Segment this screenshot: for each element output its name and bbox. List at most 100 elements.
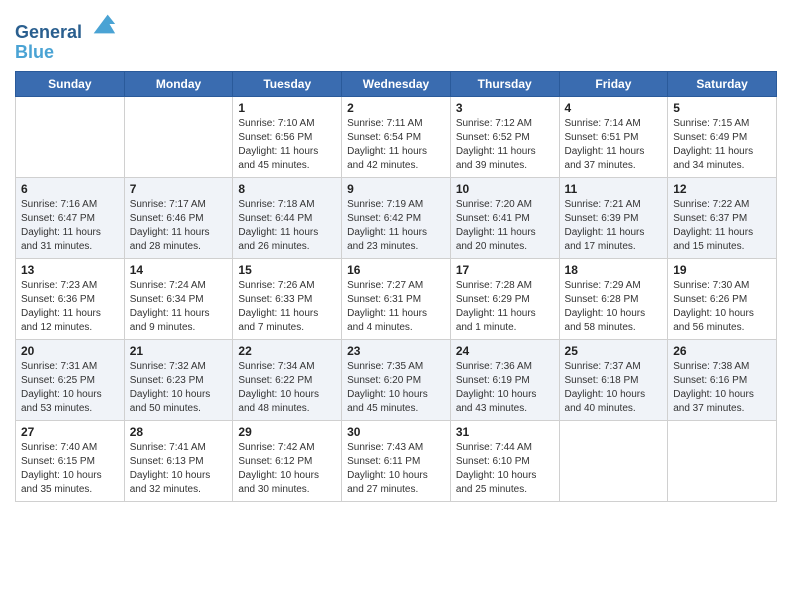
calendar-day-cell xyxy=(16,96,125,177)
calendar-day-cell xyxy=(124,96,233,177)
weekday-header-cell: Friday xyxy=(559,71,668,96)
calendar-day-cell: 8 Sunrise: 7:18 AMSunset: 6:44 PMDaylight… xyxy=(233,177,342,258)
calendar-day-cell: 31Sunrise: 7:44 AMSunset: 6:10 PMDayligh… xyxy=(450,420,559,501)
day-number: 3 xyxy=(456,101,554,115)
weekday-header-cell: Monday xyxy=(124,71,233,96)
calendar-week-row: 6 Sunrise: 7:16 AMSunset: 6:47 PMDaylight… xyxy=(16,177,777,258)
day-info: Sunrise: 7:14 AMSunset: 6:51 PMDaylight:… xyxy=(565,117,663,173)
weekday-header-cell: Tuesday xyxy=(233,71,342,96)
calendar-day-cell: 10 Sunrise: 7:20 AMSunset: 6:41 PMDayligh… xyxy=(450,177,559,258)
calendar-week-row: 13 Sunrise: 7:23 AMSunset: 6:36 PMDayligh… xyxy=(16,258,777,339)
day-info: Sunrise: 7:16 AMSunset: 6:47 PMDaylight:… xyxy=(21,198,119,254)
calendar-week-row: 20Sunrise: 7:31 AMSunset: 6:25 PMDayligh… xyxy=(16,339,777,420)
day-number: 23 xyxy=(347,344,445,358)
calendar-day-cell: 29 Sunrise: 7:42 AMSunset: 6:12 PMDayligh… xyxy=(233,420,342,501)
weekday-header-cell: Saturday xyxy=(668,71,777,96)
day-number: 25 xyxy=(565,344,663,358)
day-info: Sunrise: 7:30 AMSunset: 6:26 PMDaylight:… xyxy=(673,279,771,335)
calendar-day-cell: 23 Sunrise: 7:35 AMSunset: 6:20 PMDayligh… xyxy=(342,339,451,420)
day-info: Sunrise: 7:43 AMSunset: 6:11 PMDaylight:… xyxy=(347,441,445,497)
day-info: Sunrise: 7:10 AMSunset: 6:56 PMDaylight:… xyxy=(238,117,336,173)
day-info: Sunrise: 7:37 AMSunset: 6:18 PMDaylight:… xyxy=(565,360,663,416)
weekday-header-row: SundayMondayTuesdayWednesdayThursdayFrid… xyxy=(16,71,777,96)
day-info: Sunrise: 7:18 AMSunset: 6:44 PMDaylight:… xyxy=(238,198,336,254)
day-number: 28 xyxy=(130,425,228,439)
calendar-day-cell: 3 Sunrise: 7:12 AMSunset: 6:52 PMDaylight… xyxy=(450,96,559,177)
day-info: Sunrise: 7:34 AMSunset: 6:22 PMDaylight:… xyxy=(238,360,336,416)
day-number: 1 xyxy=(238,101,336,115)
calendar-day-cell: 7 Sunrise: 7:17 AMSunset: 6:46 PMDaylight… xyxy=(124,177,233,258)
calendar-day-cell: 12 Sunrise: 7:22 AMSunset: 6:37 PMDayligh… xyxy=(668,177,777,258)
calendar-body: 1 Sunrise: 7:10 AMSunset: 6:56 PMDaylight… xyxy=(16,96,777,501)
calendar-day-cell: 17Sunrise: 7:28 AMSunset: 6:29 PMDayligh… xyxy=(450,258,559,339)
logo-text: General Blue xyxy=(15,10,117,63)
calendar-day-cell: 15 Sunrise: 7:26 AMSunset: 6:33 PMDayligh… xyxy=(233,258,342,339)
day-info: Sunrise: 7:22 AMSunset: 6:37 PMDaylight:… xyxy=(673,198,771,254)
day-info: Sunrise: 7:24 AMSunset: 6:34 PMDaylight:… xyxy=(130,279,228,335)
calendar-day-cell: 24 Sunrise: 7:36 AMSunset: 6:19 PMDayligh… xyxy=(450,339,559,420)
calendar-table: SundayMondayTuesdayWednesdayThursdayFrid… xyxy=(15,71,777,502)
day-number: 27 xyxy=(21,425,119,439)
day-info: Sunrise: 7:20 AMSunset: 6:41 PMDaylight:… xyxy=(456,198,554,254)
calendar-day-cell: 21 Sunrise: 7:32 AMSunset: 6:23 PMDayligh… xyxy=(124,339,233,420)
day-number: 8 xyxy=(238,182,336,196)
calendar-day-cell: 26 Sunrise: 7:38 AMSunset: 6:16 PMDayligh… xyxy=(668,339,777,420)
day-info: Sunrise: 7:35 AMSunset: 6:20 PMDaylight:… xyxy=(347,360,445,416)
day-info: Sunrise: 7:12 AMSunset: 6:52 PMDaylight:… xyxy=(456,117,554,173)
day-info: Sunrise: 7:38 AMSunset: 6:16 PMDaylight:… xyxy=(673,360,771,416)
day-number: 29 xyxy=(238,425,336,439)
day-number: 11 xyxy=(565,182,663,196)
calendar-day-cell: 13 Sunrise: 7:23 AMSunset: 6:36 PMDayligh… xyxy=(16,258,125,339)
day-info: Sunrise: 7:26 AMSunset: 6:33 PMDaylight:… xyxy=(238,279,336,335)
day-number: 12 xyxy=(673,182,771,196)
day-info: Sunrise: 7:28 AMSunset: 6:29 PMDaylight:… xyxy=(456,279,554,335)
day-number: 24 xyxy=(456,344,554,358)
calendar-day-cell: 18Sunrise: 7:29 AMSunset: 6:28 PMDayligh… xyxy=(559,258,668,339)
day-info: Sunrise: 7:19 AMSunset: 6:42 PMDaylight:… xyxy=(347,198,445,254)
calendar-day-cell: 30 Sunrise: 7:43 AMSunset: 6:11 PMDayligh… xyxy=(342,420,451,501)
day-number: 21 xyxy=(130,344,228,358)
day-number: 30 xyxy=(347,425,445,439)
day-info: Sunrise: 7:27 AMSunset: 6:31 PMDaylight:… xyxy=(347,279,445,335)
day-number: 2 xyxy=(347,101,445,115)
calendar-day-cell: 5 Sunrise: 7:15 AMSunset: 6:49 PMDaylight… xyxy=(668,96,777,177)
day-number: 7 xyxy=(130,182,228,196)
day-number: 13 xyxy=(21,263,119,277)
calendar-day-cell: 2 Sunrise: 7:11 AMSunset: 6:54 PMDaylight… xyxy=(342,96,451,177)
calendar-day-cell: 16 Sunrise: 7:27 AMSunset: 6:31 PMDayligh… xyxy=(342,258,451,339)
day-info: Sunrise: 7:36 AMSunset: 6:19 PMDaylight:… xyxy=(456,360,554,416)
day-number: 31 xyxy=(456,425,554,439)
day-number: 22 xyxy=(238,344,336,358)
calendar-day-cell: 11 Sunrise: 7:21 AMSunset: 6:39 PMDayligh… xyxy=(559,177,668,258)
day-info: Sunrise: 7:40 AMSunset: 6:15 PMDaylight:… xyxy=(21,441,119,497)
day-number: 10 xyxy=(456,182,554,196)
day-info: Sunrise: 7:32 AMSunset: 6:23 PMDaylight:… xyxy=(130,360,228,416)
day-number: 9 xyxy=(347,182,445,196)
day-number: 5 xyxy=(673,101,771,115)
calendar-day-cell: 20Sunrise: 7:31 AMSunset: 6:25 PMDayligh… xyxy=(16,339,125,420)
day-number: 4 xyxy=(565,101,663,115)
day-number: 6 xyxy=(21,182,119,196)
day-info: Sunrise: 7:15 AMSunset: 6:49 PMDaylight:… xyxy=(673,117,771,173)
day-number: 14 xyxy=(130,263,228,277)
logo-icon xyxy=(89,10,117,38)
day-info: Sunrise: 7:11 AMSunset: 6:54 PMDaylight:… xyxy=(347,117,445,173)
day-info: Sunrise: 7:31 AMSunset: 6:25 PMDaylight:… xyxy=(21,360,119,416)
day-info: Sunrise: 7:42 AMSunset: 6:12 PMDaylight:… xyxy=(238,441,336,497)
day-number: 15 xyxy=(238,263,336,277)
calendar-day-cell: 27 Sunrise: 7:40 AMSunset: 6:15 PMDayligh… xyxy=(16,420,125,501)
day-info: Sunrise: 7:17 AMSunset: 6:46 PMDaylight:… xyxy=(130,198,228,254)
weekday-header-cell: Sunday xyxy=(16,71,125,96)
calendar-day-cell: 14 Sunrise: 7:24 AMSunset: 6:34 PMDayligh… xyxy=(124,258,233,339)
day-number: 26 xyxy=(673,344,771,358)
calendar-day-cell: 25 Sunrise: 7:37 AMSunset: 6:18 PMDayligh… xyxy=(559,339,668,420)
day-info: Sunrise: 7:23 AMSunset: 6:36 PMDaylight:… xyxy=(21,279,119,335)
calendar-week-row: 1 Sunrise: 7:10 AMSunset: 6:56 PMDaylight… xyxy=(16,96,777,177)
calendar-day-cell: 6 Sunrise: 7:16 AMSunset: 6:47 PMDaylight… xyxy=(16,177,125,258)
calendar-day-cell: 19 Sunrise: 7:30 AMSunset: 6:26 PMDayligh… xyxy=(668,258,777,339)
day-info: Sunrise: 7:21 AMSunset: 6:39 PMDaylight:… xyxy=(565,198,663,254)
day-number: 16 xyxy=(347,263,445,277)
weekday-header-cell: Thursday xyxy=(450,71,559,96)
calendar-day-cell xyxy=(668,420,777,501)
day-number: 19 xyxy=(673,263,771,277)
